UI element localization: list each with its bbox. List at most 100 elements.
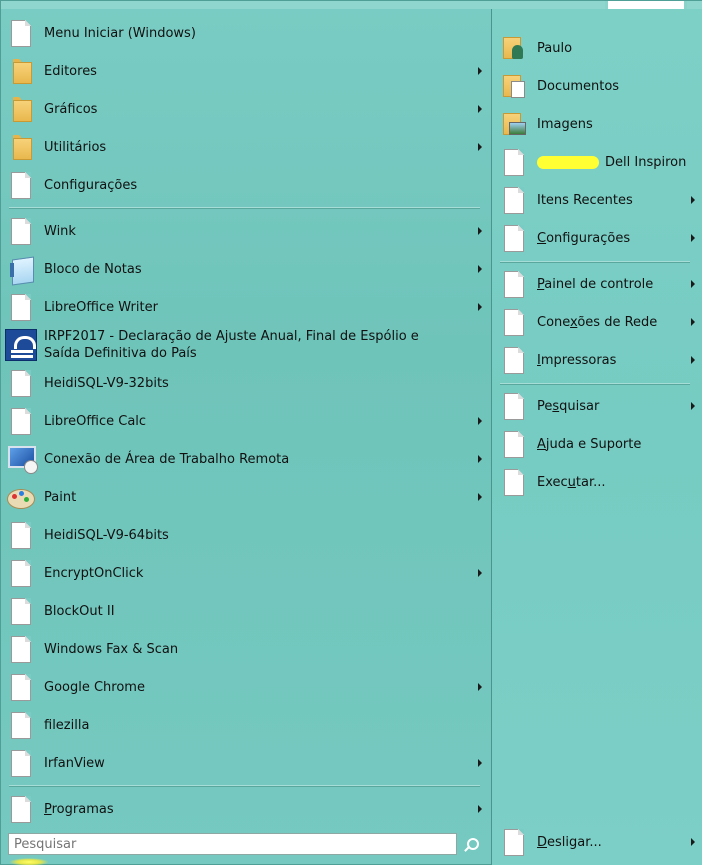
submenu-arrow-icon: [478, 493, 482, 501]
document-icon: [498, 268, 530, 300]
menu-item-label: Documentos: [537, 78, 620, 94]
menu-item-label: BlockOut II: [44, 603, 115, 619]
menu-item-wink[interactable]: Wink: [5, 212, 484, 250]
menu-item-executar[interactable]: Executar...: [498, 463, 697, 501]
document-icon: [498, 826, 530, 858]
paint-icon: [5, 481, 37, 513]
menu-item-label: filezilla: [44, 717, 90, 733]
menu-item-ajuda-e-suporte[interactable]: Ajuda e Suporte: [498, 425, 697, 463]
submenu-arrow-icon: [478, 683, 482, 691]
menu-item-bloco-de-notas[interactable]: Bloco de Notas: [5, 250, 484, 288]
menu-item-desligar[interactable]: Desligar...: [498, 823, 697, 861]
document-icon: [498, 428, 530, 460]
document-icon: [5, 709, 37, 741]
search-input[interactable]: [8, 833, 457, 855]
menu-item-paulo[interactable]: Paulo: [498, 29, 697, 67]
menu-item-libreoffice-calc[interactable]: LibreOffice Calc: [5, 402, 484, 440]
document-icon: [5, 595, 37, 627]
pictures-folder-icon: [498, 108, 530, 140]
document-icon: [5, 557, 37, 589]
menu-separator: [500, 383, 690, 384]
redaction-highlight: [537, 155, 599, 169]
menu-item-blockout[interactable]: BlockOut II: [5, 592, 484, 630]
remote-desktop-icon: [5, 443, 38, 475]
document-icon: [498, 184, 530, 216]
folder-icon: [5, 55, 37, 87]
submenu-arrow-icon: [478, 227, 482, 235]
submenu-arrow-icon: [478, 303, 482, 311]
document-icon: [5, 367, 37, 399]
menu-item-label: Paulo: [537, 40, 573, 56]
document-icon: [5, 405, 37, 437]
document-icon: [5, 519, 37, 551]
user-folder-icon: [498, 32, 530, 64]
menu-item-filezilla[interactable]: filezilla: [5, 706, 484, 744]
left-pane: Menu Iniciar (Windows) Editores Gráficos…: [1, 9, 490, 865]
menu-item-painel-de-controle[interactable]: Painel de controle: [498, 265, 697, 303]
menu-item-label: Pesquisar: [537, 398, 600, 414]
submenu-arrow-icon: [691, 402, 695, 410]
menu-item-label: LibreOffice Calc: [44, 413, 147, 429]
submenu-arrow-icon: [478, 759, 482, 767]
menu-item-conexoes-de-rede[interactable]: Conexões de Rede: [498, 303, 697, 341]
menu-item-encryptonclick[interactable]: EncryptOnClick: [5, 554, 484, 592]
document-icon: [5, 793, 37, 825]
menu-separator: [9, 207, 480, 208]
menu-item-label: Editores: [44, 63, 97, 79]
menu-item-label: Conexões de Rede: [537, 314, 658, 330]
menu-item-remote-desktop[interactable]: Conexão de Área de Trabalho Remota: [5, 440, 484, 478]
menu-item-google-chrome[interactable]: Google Chrome: [5, 668, 484, 706]
menu-item-impressoras[interactable]: Impressoras: [498, 341, 697, 379]
menu-item-label: LibreOffice Writer: [44, 299, 158, 315]
menu-item-menu-iniciar[interactable]: Menu Iniciar (Windows): [5, 14, 484, 52]
search-icon[interactable]: [460, 835, 480, 855]
menu-item-configuracoes[interactable]: Configurações: [5, 166, 484, 204]
menu-item-label: HeidiSQL-V9-32bits: [44, 375, 169, 391]
menu-item-heidisql-64[interactable]: HeidiSQL-V9-64bits: [5, 516, 484, 554]
menu-item-itens-recentes[interactable]: Itens Recentes: [498, 181, 697, 219]
document-icon: [5, 747, 37, 779]
start-orb-icon[interactable]: [9, 858, 49, 865]
menu-item-pesquisar[interactable]: Pesquisar: [498, 387, 697, 425]
menu-separator: [500, 261, 690, 262]
menu-item-imagens[interactable]: Imagens: [498, 105, 697, 143]
menu-item-label: Gráficos: [44, 101, 98, 117]
menu-item-libreoffice-writer[interactable]: LibreOffice Writer: [5, 288, 484, 326]
submenu-arrow-icon: [691, 196, 695, 204]
menu-item-label: IrfanView: [44, 755, 105, 771]
menu-item-paint[interactable]: Paint: [5, 478, 484, 516]
document-icon: [498, 390, 530, 422]
menu-item-windows-fax-scan[interactable]: Windows Fax & Scan: [5, 630, 484, 668]
menu-item-documentos[interactable]: Documentos: [498, 67, 697, 105]
menu-item-label: Imagens: [537, 116, 593, 132]
menu-item-graficos[interactable]: Gráficos: [5, 90, 484, 128]
menu-item-label: EncryptOnClick: [44, 565, 144, 581]
document-icon: [5, 215, 37, 247]
menu-item-irfanview[interactable]: IrfanView: [5, 744, 484, 782]
menu-item-label: IRPF2017 - Declaração de Ajuste Anual, F…: [44, 329, 419, 361]
right-pane: Paulo Documentos Imagens Dell Inspiron I…: [491, 9, 702, 865]
menu-item-label: Menu Iniciar (Windows): [44, 25, 196, 41]
menu-item-heidisql-32[interactable]: HeidiSQL-V9-32bits: [5, 364, 484, 402]
menu-item-label: Google Chrome: [44, 679, 145, 695]
start-menu: Menu Iniciar (Windows) Editores Gráficos…: [0, 0, 702, 865]
document-icon: [498, 344, 530, 376]
menu-item-editores[interactable]: Editores: [5, 52, 484, 90]
menu-item-irpf2017[interactable]: IRPF2017 - Declaração de Ajuste Anual, F…: [5, 326, 484, 364]
submenu-arrow-icon: [478, 569, 482, 577]
menu-item-label: Wink: [44, 223, 76, 239]
menu-separator: [9, 785, 480, 786]
menu-item-configuracoes-right[interactable]: Configurações: [498, 219, 697, 257]
submenu-arrow-icon: [478, 67, 482, 75]
document-icon: [5, 17, 37, 49]
menu-item-computer[interactable]: Dell Inspiron: [498, 143, 697, 181]
menu-item-label: Dell Inspiron: [537, 154, 686, 171]
menu-item-programas[interactable]: Programas: [5, 790, 484, 828]
documents-folder-icon: [498, 70, 530, 102]
document-icon: [498, 306, 530, 338]
menu-item-label: Bloco de Notas: [44, 261, 142, 277]
submenu-arrow-icon: [691, 356, 695, 364]
menu-item-utilitarios[interactable]: Utilitários: [5, 128, 484, 166]
submenu-arrow-icon: [478, 417, 482, 425]
submenu-arrow-icon: [691, 318, 695, 326]
